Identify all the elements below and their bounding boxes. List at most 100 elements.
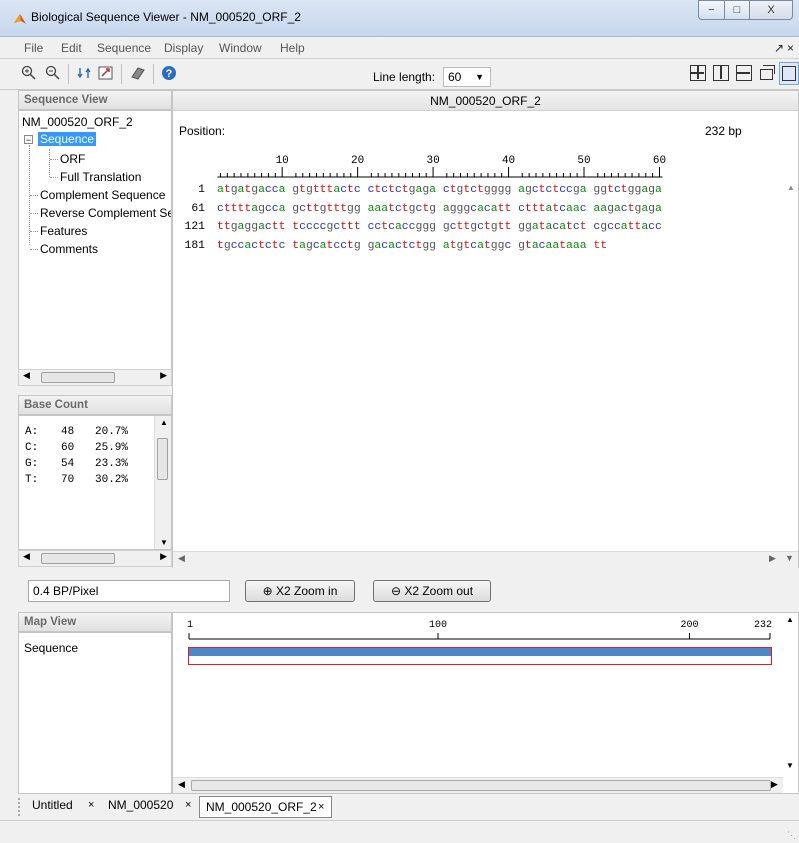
menu-display[interactable]: Display bbox=[164, 41, 203, 55]
tree-item-sequence[interactable]: Sequence bbox=[38, 132, 97, 146]
tree-item-features[interactable]: Features bbox=[40, 224, 87, 238]
base-base: C: bbox=[25, 442, 39, 454]
zoom-in-button[interactable]: ⊕ X2 Zoom in bbox=[245, 580, 355, 602]
scale-field[interactable]: 0.4 BP/Pixel bbox=[28, 580, 230, 602]
matlab-logo-icon bbox=[14, 14, 26, 24]
export-icon[interactable] bbox=[97, 64, 115, 82]
map-ruler: 1 100 200 232 bbox=[187, 620, 772, 640]
sequence-display-panel[interactable]: NM_000520_ORF_2 Position: 232 bp 10 20 30 4… bbox=[172, 90, 799, 568]
zoom-out-button[interactable]: ⊖ X2 Zoom out bbox=[373, 580, 491, 602]
grid-4-layout-icon[interactable] bbox=[690, 65, 706, 81]
sequence-vertical-scrollbar[interactable]: ▲ bbox=[783, 183, 798, 563]
scroll-right-icon[interactable]: ▶ bbox=[160, 551, 167, 562]
scroll-up-icon[interactable]: ▲ bbox=[160, 418, 168, 427]
tab-close-icon[interactable]: × bbox=[88, 795, 94, 817]
scroll-down-icon[interactable]: ▼ bbox=[160, 538, 168, 547]
sequence-line[interactable]: cttttagcca gcttgtttgg aaatctgctg agggcac… bbox=[217, 203, 662, 215]
scroll-down-icon[interactable]: ▼ bbox=[786, 761, 794, 770]
base-pct: 20.7% bbox=[95, 426, 129, 438]
menu-bar: File Edit Sequence Display Window Help ↗… bbox=[0, 37, 799, 59]
tree-line bbox=[30, 195, 38, 196]
sequence-line[interactable]: tgccactctc tagcatcctg gacactctgg atgtcat… bbox=[217, 240, 607, 252]
close-window-button[interactable]: X bbox=[749, 0, 793, 20]
sequence-line[interactable]: ttgaggactt tccccgcttt cctcaccggg gcttgct… bbox=[217, 221, 662, 233]
scroll-thumb[interactable] bbox=[41, 372, 115, 383]
tab-grip bbox=[18, 798, 21, 816]
scroll-right-icon[interactable]: ▶ bbox=[769, 553, 776, 564]
track-label[interactable]: Sequence bbox=[24, 641, 78, 655]
scroll-down-icon[interactable]: ▼ bbox=[785, 553, 794, 563]
menu-edit[interactable]: Edit bbox=[61, 41, 82, 55]
undock-icon[interactable]: ↗ bbox=[774, 41, 784, 55]
menu-sequence[interactable]: Sequence bbox=[97, 41, 151, 55]
tree-item-complement[interactable]: Complement Sequence bbox=[40, 188, 165, 202]
map-ruler-label: 1 bbox=[187, 620, 193, 631]
zoom-in-label: X2 Zoom in bbox=[276, 584, 338, 598]
sequence-text[interactable]: 1 atgatgacca gtgtttactc ctctctgaga ctgtct… bbox=[173, 91, 773, 291]
scroll-left-icon[interactable]: ◀ bbox=[23, 551, 30, 562]
base-pct: 25.9% bbox=[95, 442, 129, 454]
scroll-right-icon[interactable]: ▶ bbox=[160, 370, 167, 381]
scroll-right-icon[interactable]: ▶ bbox=[771, 779, 778, 790]
tab-nm-000520-orf-2[interactable]: NM_000520_ORF_2 × bbox=[199, 796, 332, 818]
tree-item-reverse-complement[interactable]: Reverse Complement Se bbox=[40, 206, 171, 220]
split-vertical-layout-icon[interactable] bbox=[713, 65, 729, 81]
map-view-panel[interactable]: 1 100 200 232 ▲ ▼ ◀ ▶ bbox=[172, 612, 799, 794]
float-layout-icon[interactable] bbox=[760, 65, 775, 80]
window-title: Biological Sequence Viewer - NM_000520_O… bbox=[31, 10, 301, 24]
tree-root-label[interactable]: NM_000520_ORF_2 bbox=[22, 115, 133, 129]
scroll-left-icon[interactable]: ◀ bbox=[23, 370, 30, 381]
sequence-view-header: Sequence View bbox=[18, 90, 172, 110]
scroll-left-icon[interactable]: ◀ bbox=[178, 553, 185, 564]
split-horizontal-layout-icon[interactable] bbox=[736, 65, 752, 81]
tab-close-icon[interactable]: × bbox=[318, 797, 324, 817]
map-view-tracks: Sequence bbox=[18, 632, 172, 794]
map-vertical-scrollbar[interactable]: ▲ ▼ bbox=[783, 613, 798, 775]
tab-nm-000520[interactable]: NM_000520 bbox=[108, 795, 173, 817]
help-icon[interactable]: ? bbox=[160, 64, 178, 82]
scroll-left-icon[interactable]: ◀ bbox=[178, 779, 185, 790]
line-length-select[interactable]: 60 ▼ bbox=[443, 67, 491, 87]
base-count-horizontal-scrollbar[interactable]: ◀ ▶ bbox=[18, 550, 172, 567]
zoom-in-icon[interactable] bbox=[20, 64, 38, 82]
menu-file[interactable]: File bbox=[24, 41, 43, 55]
sequence-map-track[interactable] bbox=[188, 647, 772, 665]
map-horizontal-scrollbar[interactable]: ◀ ▶ bbox=[173, 777, 783, 793]
base-base: A: bbox=[25, 426, 39, 438]
toolbar-separator bbox=[68, 64, 69, 84]
tree-item-full-translation[interactable]: Full Translation bbox=[60, 170, 141, 184]
tab-untitled[interactable]: Untitled bbox=[32, 795, 73, 817]
tree-item-orf[interactable]: ORF bbox=[60, 152, 85, 166]
close-pane-icon[interactable]: × bbox=[787, 41, 794, 55]
resize-grip-icon[interactable]: ⋱ bbox=[787, 830, 796, 841]
scroll-thumb[interactable] bbox=[41, 553, 115, 564]
title-bar[interactable]: Biological Sequence Viewer - NM_000520_O… bbox=[0, 0, 799, 37]
sequence-horizontal-scrollbar[interactable]: ◀ ▶ ▼ bbox=[173, 551, 798, 568]
collapse-icon[interactable]: − bbox=[24, 135, 33, 145]
sequence-line[interactable]: atgatgacca gtgtttactc ctctctgaga ctgtctg… bbox=[217, 184, 662, 196]
toolbar: ? Line length: 60 ▼ bbox=[0, 59, 799, 90]
zoom-out-icon[interactable] bbox=[44, 64, 62, 82]
swap-icon[interactable] bbox=[76, 64, 94, 82]
menu-help[interactable]: Help bbox=[280, 41, 305, 55]
base-count-vertical-scrollbar[interactable]: ▲ ▼ bbox=[154, 416, 171, 549]
toolbar-separator bbox=[121, 64, 122, 84]
base-count: 54 bbox=[61, 458, 75, 470]
tab-close-icon[interactable]: × bbox=[185, 795, 191, 817]
scroll-thumb[interactable] bbox=[157, 438, 168, 480]
tab-label: Untitled bbox=[32, 798, 73, 812]
minimize-button[interactable]: − bbox=[698, 0, 725, 20]
scroll-thumb[interactable] bbox=[191, 780, 771, 791]
scroll-up-icon[interactable]: ▲ bbox=[787, 183, 795, 192]
maximize-button[interactable]: □ bbox=[724, 0, 750, 20]
sequence-line-number: 121 bbox=[184, 221, 205, 233]
tree-horizontal-scrollbar[interactable]: ◀ ▶ bbox=[18, 369, 172, 386]
scroll-up-icon[interactable]: ▲ bbox=[786, 615, 794, 624]
base-pct: 30.2% bbox=[95, 474, 129, 486]
sequence-line-number: 61 bbox=[191, 202, 205, 215]
eraser-icon[interactable] bbox=[129, 64, 147, 82]
tree-item-comments[interactable]: Comments bbox=[40, 242, 98, 256]
single-layout-button[interactable] bbox=[779, 62, 799, 85]
sequence-line-number: 1 bbox=[198, 184, 205, 196]
menu-window[interactable]: Window bbox=[219, 41, 262, 55]
